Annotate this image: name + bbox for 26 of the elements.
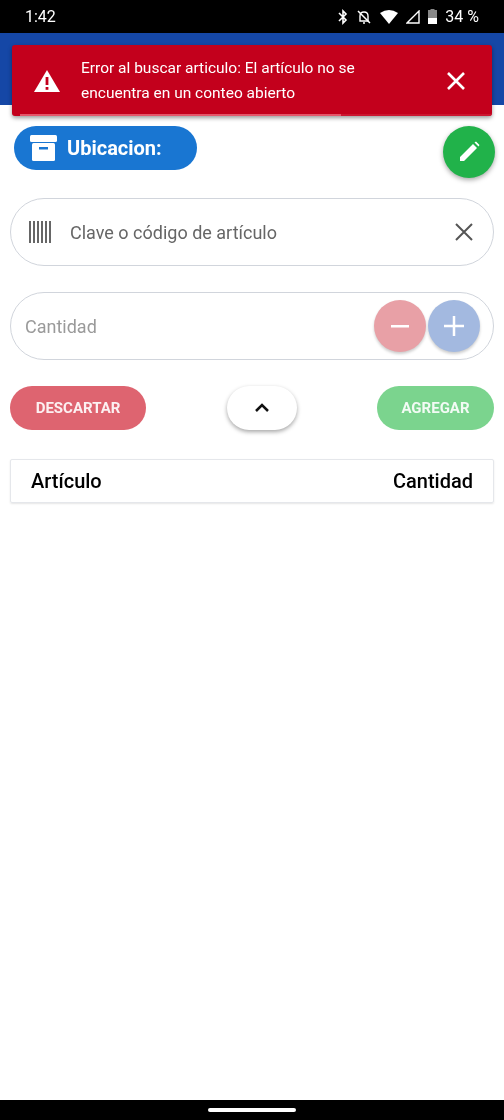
bell-off-icon	[356, 8, 373, 25]
search-input[interactable]: Clave o código de artículo	[70, 218, 455, 246]
battery-percentage: 34 %	[445, 5, 479, 28]
collapse-button[interactable]	[226, 386, 297, 430]
chevron-up-icon	[253, 403, 270, 413]
barcode-icon	[28, 220, 52, 244]
bluetooth-icon	[338, 8, 349, 25]
clear-icon[interactable]	[455, 223, 473, 241]
minus-icon	[391, 324, 409, 328]
archive-box-icon	[30, 135, 57, 161]
edit-button[interactable]	[443, 126, 495, 178]
signal-icon	[406, 9, 421, 24]
increment-button[interactable]	[428, 300, 480, 352]
clock: 1:42	[25, 5, 56, 28]
close-button[interactable]	[446, 70, 466, 91]
error-message: Error al buscar articulo: El artículo no se encuentra en un conteo abierto	[81, 57, 356, 104]
plus-icon	[444, 316, 464, 336]
wifi-icon	[380, 9, 399, 24]
column-header: Cantidad	[392, 468, 473, 495]
pencil-icon	[458, 141, 480, 163]
location-label: Ubicacion:	[67, 135, 162, 162]
column-header: Artículo	[31, 468, 102, 495]
close-icon	[447, 71, 465, 90]
home-indicator[interactable]	[208, 1108, 296, 1112]
warning-icon	[33, 68, 61, 93]
battery-icon	[428, 9, 438, 24]
